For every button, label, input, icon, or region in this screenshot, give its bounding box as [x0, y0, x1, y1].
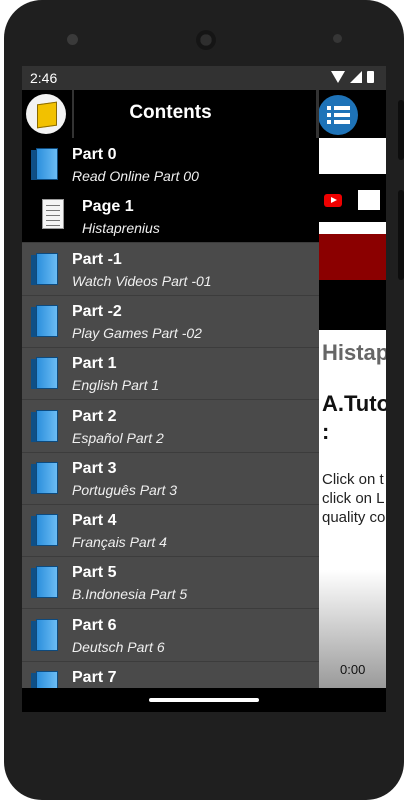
content-heading: Histap [322, 340, 386, 365]
drawer-item[interactable]: Part -2 Play Games Part -02 [22, 295, 319, 348]
drawer-item-title: Part -1 [72, 250, 122, 268]
video-time: 0:00 [340, 662, 366, 677]
drawer-item-title: Part 2 [72, 407, 117, 425]
book-icon [31, 566, 59, 599]
drawer-item-title: Part 6 [72, 616, 117, 634]
book-icon [31, 357, 59, 390]
proximity-sensor [333, 34, 342, 43]
drawer-item[interactable]: Page 1 Histaprenius [22, 190, 319, 244]
drawer-item-subtitle: Deutsch Part 6 [72, 638, 165, 655]
youtube-icon[interactable] [324, 194, 342, 207]
book-icon [31, 671, 59, 688]
drawer-item-title: Page 1 [82, 198, 134, 216]
drawer-item-title: Part 3 [72, 459, 117, 477]
list-menu-button[interactable] [318, 95, 358, 135]
drawer-item-subtitle: Play Games Part -02 [72, 324, 202, 341]
screen: 2:46 Histap A.Tuto: Click on t click on… [22, 66, 386, 712]
drawer-item-title: Part 0 [72, 146, 117, 163]
drawer-item-subtitle: Português Part 3 [72, 481, 178, 498]
drawer-item-title: Part -2 [72, 302, 122, 320]
subheading-line: A.Tuto [322, 391, 386, 416]
book-icon [31, 514, 59, 547]
drawer-item[interactable]: Part 2 Español Part 2 [22, 400, 319, 453]
book-icon [31, 252, 59, 285]
navigation-drawer: Contents Part 0 Read Online Part 00 Page 1… [22, 90, 319, 688]
book-icon [31, 304, 59, 337]
drawer-item[interactable]: Part 0 Read Online Part 00 [22, 138, 319, 191]
drawer-item[interactable]: Part 6 Deutsch Part 6 [22, 609, 319, 662]
drawer-item-title: Part 1 [72, 355, 117, 373]
page-icon [42, 199, 64, 230]
power-button [398, 100, 404, 160]
drawer-item-subtitle: Histaprenius [82, 220, 160, 237]
nav-bar [22, 688, 386, 712]
drawer-item-subtitle: Español Part 2 [72, 429, 164, 446]
drawer-item-subtitle: English Part 1 [72, 377, 160, 394]
signal-icon [350, 71, 362, 83]
front-camera [67, 34, 78, 45]
drawer-item[interactable]: Part -1 Watch Videos Part -01 [22, 243, 319, 296]
content-subheading: A.Tuto : [322, 390, 386, 446]
site-logo-icon[interactable] [358, 190, 380, 210]
drawer-item-subtitle: Read Online Part 00 [72, 168, 199, 184]
book-icon [31, 148, 59, 180]
drawer-title: Contents [129, 102, 212, 123]
drawer-item-subtitle: B.Indonesia Part 5 [72, 586, 188, 603]
drawer-item[interactable]: Part 5 B.Indonesia Part 5 [22, 556, 319, 610]
phone-frame: 2:46 Histap A.Tuto: Click on t click on… [4, 0, 404, 800]
drawer-item[interactable]: Part 4 Français Part 4 [22, 504, 319, 558]
home-indicator[interactable] [149, 698, 259, 702]
book-icon [31, 461, 59, 494]
drawer-item-subtitle: Watch Videos Part -01 [72, 272, 212, 289]
status-time: 2:46 [30, 70, 58, 86]
paragraph-line: click on L [322, 490, 385, 507]
wifi-icon [331, 71, 345, 83]
book-icon [31, 618, 59, 651]
paragraph-line: quality co [322, 509, 386, 526]
earpiece-speaker [196, 30, 216, 50]
book-icon [31, 409, 59, 442]
drawer-item-title: Part 7 [72, 669, 117, 686]
drawer-item-title: Part 5 [72, 564, 117, 582]
volume-button [398, 190, 404, 280]
drawer-item[interactable]: Part 7 [22, 661, 319, 688]
subheading-line: : [322, 419, 330, 444]
drawer-item-title: Part 4 [72, 512, 117, 530]
drawer-item[interactable]: Part 3 Português Part 3 [22, 452, 319, 505]
drawer-header: Contents [22, 90, 319, 138]
status-bar: 2:46 [22, 66, 386, 90]
battery-icon [367, 71, 374, 83]
content-paragraph: Click on t click on L quality co [322, 470, 385, 527]
drawer-item-subtitle: Français Part 4 [72, 534, 167, 551]
paragraph-line: Click on t [322, 471, 384, 488]
header-divider [316, 90, 319, 138]
drawer-item[interactable]: Part 1 English Part 1 [22, 347, 319, 401]
